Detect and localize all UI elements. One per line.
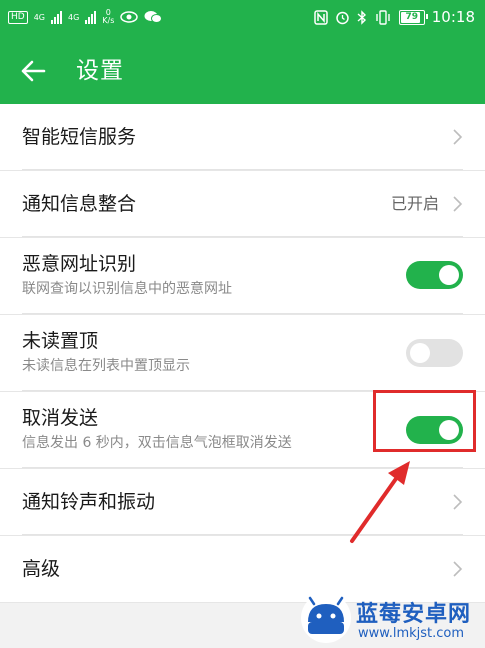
row-title: 高级 bbox=[22, 558, 61, 580]
bluetooth-icon bbox=[357, 9, 366, 25]
setting-row-notify-merge[interactable]: 通知信息整合 已开启 bbox=[0, 171, 485, 238]
row-title: 通知铃声和振动 bbox=[22, 491, 156, 513]
network-speed-unit: K/s bbox=[102, 16, 115, 25]
watermark-url: www.lmkjst.com bbox=[358, 626, 465, 641]
chevron-right-icon bbox=[453, 494, 463, 510]
row-title: 通知信息整合 bbox=[22, 193, 137, 215]
watermark-logo-icon bbox=[301, 593, 351, 643]
alarm-icon bbox=[336, 11, 349, 24]
annotation-highlight-box bbox=[373, 390, 476, 452]
app-bar: 设置 bbox=[0, 38, 485, 104]
nfc-icon bbox=[314, 9, 328, 25]
toggle-switch[interactable] bbox=[406, 261, 463, 289]
watermark: 蓝莓安卓网 www.lmkjst.com bbox=[298, 590, 485, 648]
row-title: 智能短信服务 bbox=[22, 126, 137, 148]
chevron-right-icon bbox=[453, 129, 463, 145]
toggle-switch[interactable] bbox=[406, 339, 463, 367]
row-title: 取消发送 bbox=[22, 407, 99, 429]
setting-row-malicious-url: 恶意网址识别 联网查询以识别信息中的恶意网址 bbox=[0, 238, 485, 315]
network-label-2: 4G bbox=[68, 12, 80, 22]
watermark-brand: 蓝莓安卓网 bbox=[356, 602, 472, 627]
divider bbox=[22, 169, 463, 170]
setting-row-unread-top: 未读置顶 未读信息在列表中置顶显示 bbox=[0, 315, 485, 392]
back-arrow-icon[interactable] bbox=[18, 56, 48, 86]
divider bbox=[22, 236, 463, 237]
hd-badge: HD bbox=[8, 10, 28, 24]
wechat-icon bbox=[144, 11, 163, 23]
clock: 10:18 bbox=[431, 8, 475, 26]
toggle-knob bbox=[439, 265, 459, 285]
divider bbox=[22, 313, 463, 314]
status-bar: HD 4G 4G 0 K/s 79 10:18 bbox=[0, 0, 485, 38]
vibrate-icon bbox=[376, 9, 390, 25]
row-title: 恶意网址识别 bbox=[22, 253, 137, 275]
chevron-right-icon bbox=[453, 196, 463, 212]
network-label-1: 4G bbox=[33, 12, 45, 22]
page-title: 设置 bbox=[76, 58, 124, 84]
chevron-right-icon bbox=[453, 561, 463, 577]
battery-level: 79 bbox=[405, 11, 419, 22]
annotation-arrow-icon bbox=[350, 461, 410, 543]
row-subtitle: 信息发出 6 秒内，双击信息气泡框取消发送 bbox=[22, 435, 292, 451]
battery-icon: 79 bbox=[398, 9, 428, 25]
row-subtitle: 联网查询以识别信息中的恶意网址 bbox=[22, 281, 232, 297]
toggle-knob bbox=[410, 343, 430, 363]
row-subtitle: 未读信息在列表中置顶显示 bbox=[22, 358, 190, 374]
row-value: 已开启 bbox=[390, 194, 439, 213]
eye-icon bbox=[120, 11, 139, 23]
signal-icon-2 bbox=[85, 10, 97, 24]
row-title: 未读置顶 bbox=[22, 330, 99, 352]
network-speed: 0 K/s bbox=[102, 9, 114, 25]
setting-row-smart-sms[interactable]: 智能短信服务 bbox=[0, 104, 485, 171]
signal-icon bbox=[51, 10, 62, 24]
